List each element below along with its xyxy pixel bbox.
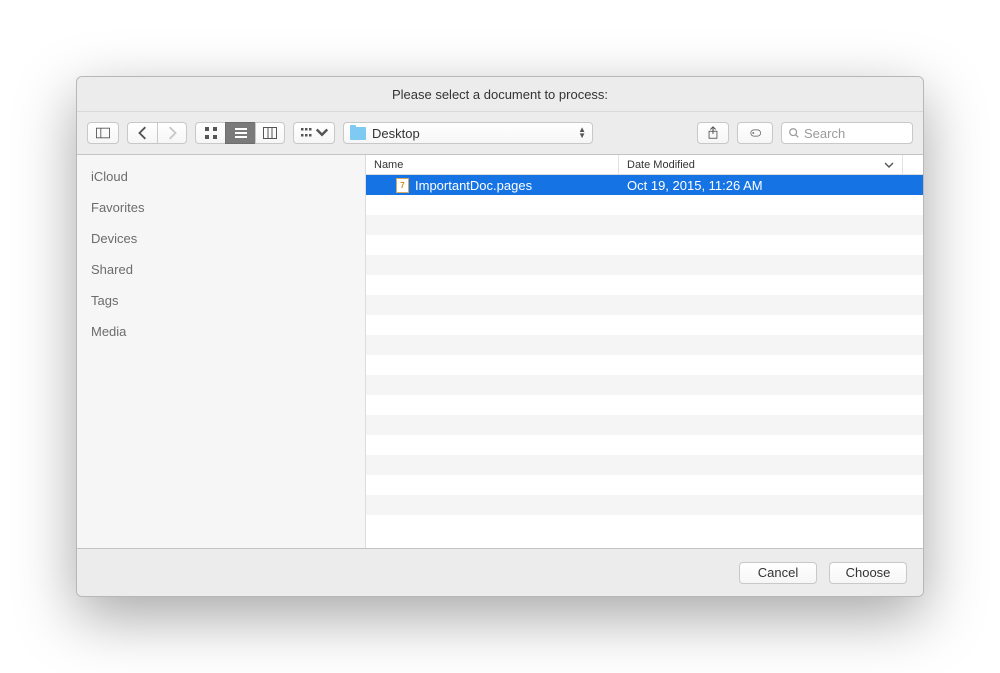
chevron-down-icon <box>884 161 894 169</box>
dialog-footer: Cancel Choose <box>77 549 923 596</box>
empty-row <box>366 315 923 335</box>
sidebar-item-shared[interactable]: Shared <box>77 254 365 285</box>
column-date-modified[interactable]: Date Modified <box>619 155 903 174</box>
empty-row <box>366 375 923 395</box>
group-icon <box>300 126 314 140</box>
empty-row <box>366 355 923 375</box>
file-date: Oct 19, 2015, 11:26 AM <box>627 178 763 193</box>
empty-row <box>366 415 923 435</box>
empty-row <box>366 275 923 295</box>
sidebar-item-label: Tags <box>91 293 118 308</box>
column-view-button[interactable] <box>255 122 285 144</box>
file-area: Name Date Modified 7 ImportantDoc.pages … <box>366 155 923 548</box>
sidebar-icon <box>96 126 110 140</box>
dialog-body: iCloud Favorites Devices Shared Tags Med… <box>77 155 923 549</box>
dialog-title: Please select a document to process: <box>392 87 608 102</box>
column-headers: Name Date Modified <box>366 155 923 175</box>
sidebar-toggle-button[interactable] <box>87 122 119 144</box>
location-label: Desktop <box>372 126 572 141</box>
file-name-cell: 7 ImportantDoc.pages <box>366 178 619 193</box>
list-view-button[interactable] <box>225 122 255 144</box>
location-popup[interactable]: Desktop ▲▼ <box>343 122 593 144</box>
file-name: ImportantDoc.pages <box>415 178 532 193</box>
cancel-label: Cancel <box>758 565 798 580</box>
folder-icon <box>350 127 366 140</box>
column-date-label: Date Modified <box>627 159 695 171</box>
column-name-label: Name <box>374 159 403 171</box>
sidebar-item-favorites[interactable]: Favorites <box>77 192 365 223</box>
file-list[interactable]: 7 ImportantDoc.pages Oct 19, 2015, 11:26… <box>366 175 923 548</box>
file-row[interactable]: 7 ImportantDoc.pages Oct 19, 2015, 11:26… <box>366 175 923 195</box>
sidebar-item-label: Devices <box>91 231 137 246</box>
chevron-left-icon <box>136 126 150 140</box>
view-group <box>195 122 285 144</box>
share-button[interactable] <box>697 122 729 144</box>
choose-label: Choose <box>846 565 891 580</box>
sidebar-item-label: iCloud <box>91 169 128 184</box>
empty-row <box>366 255 923 275</box>
empty-row <box>366 475 923 495</box>
search-placeholder: Search <box>804 126 845 141</box>
share-icon <box>706 126 720 140</box>
forward-button[interactable] <box>157 122 187 144</box>
search-icon <box>788 127 800 139</box>
chevron-down-icon <box>315 126 329 140</box>
pages-file-icon: 7 <box>396 178 409 193</box>
grid-icon <box>204 126 218 140</box>
tags-button[interactable] <box>737 122 773 144</box>
group-by-button[interactable] <box>293 122 335 144</box>
back-button[interactable] <box>127 122 157 144</box>
empty-row <box>366 495 923 515</box>
nav-group <box>127 122 187 144</box>
sidebar-item-label: Favorites <box>91 200 144 215</box>
list-icon <box>234 126 248 140</box>
columns-icon <box>263 126 277 140</box>
sidebar-item-devices[interactable]: Devices <box>77 223 365 254</box>
empty-row <box>366 395 923 415</box>
column-spacer <box>903 155 923 174</box>
empty-row <box>366 435 923 455</box>
popup-arrows-icon: ▲▼ <box>578 127 586 139</box>
empty-row <box>366 335 923 355</box>
open-dialog: Please select a document to process: <box>76 76 924 597</box>
sidebar-item-label: Media <box>91 324 126 339</box>
icon-view-button[interactable] <box>195 122 225 144</box>
file-date-cell: Oct 19, 2015, 11:26 AM <box>619 178 923 193</box>
chevron-right-icon <box>165 126 179 140</box>
toolbar: Desktop ▲▼ Search <box>77 112 923 155</box>
sidebar: iCloud Favorites Devices Shared Tags Med… <box>77 155 366 548</box>
empty-row <box>366 215 923 235</box>
cancel-button[interactable]: Cancel <box>739 562 817 584</box>
empty-row <box>366 455 923 475</box>
empty-row <box>366 235 923 255</box>
tag-icon <box>748 126 762 140</box>
empty-row <box>366 295 923 315</box>
sidebar-item-tags[interactable]: Tags <box>77 285 365 316</box>
search-field[interactable]: Search <box>781 122 913 144</box>
choose-button[interactable]: Choose <box>829 562 907 584</box>
sidebar-item-media[interactable]: Media <box>77 316 365 347</box>
dialog-title-bar: Please select a document to process: <box>77 77 923 112</box>
column-name[interactable]: Name <box>366 155 619 174</box>
empty-row <box>366 195 923 215</box>
sidebar-item-label: Shared <box>91 262 133 277</box>
sidebar-item-icloud[interactable]: iCloud <box>77 161 365 192</box>
